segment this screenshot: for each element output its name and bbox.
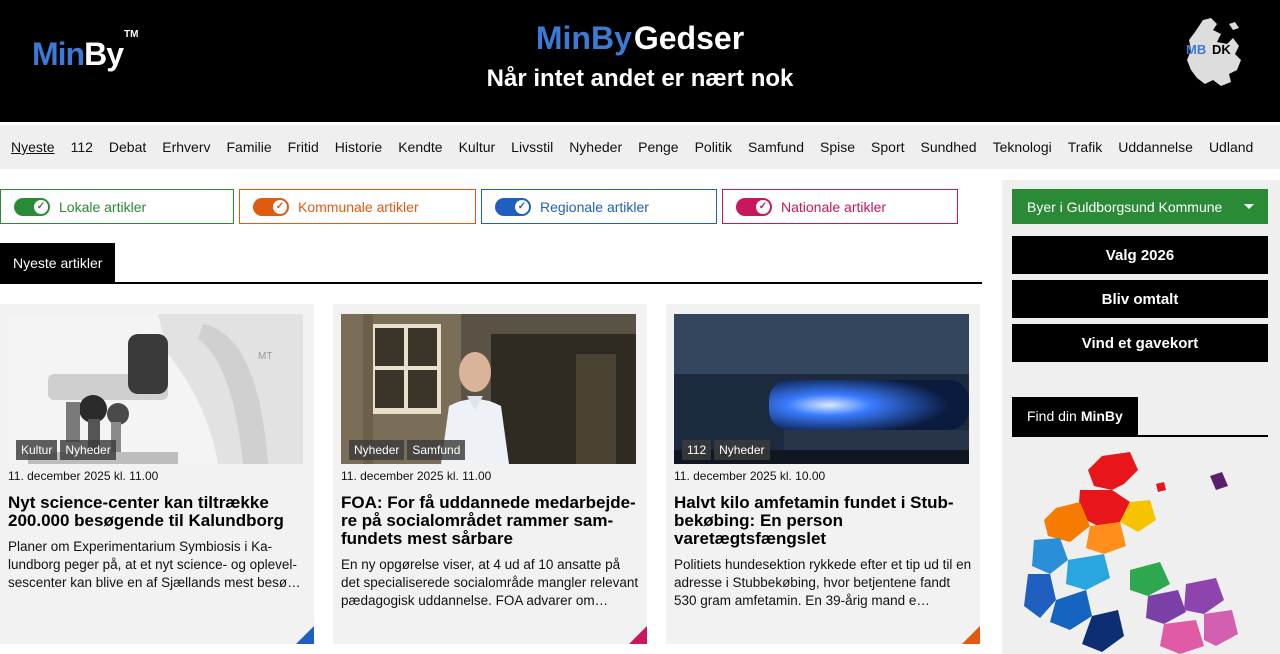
article-lede: Politiets hundesektion rykkede efter et …	[674, 557, 972, 608]
filter-toggle-0[interactable]: ✓ Lokale artikler	[0, 189, 234, 224]
chevron-down-icon	[1244, 204, 1254, 209]
filter-toggle-1[interactable]: ✓ Kommunale artikler	[239, 189, 476, 224]
check-icon: ✓	[515, 199, 529, 214]
article-tags: Nyheder Samfund	[349, 440, 466, 460]
filter-label: Lokale artikler	[59, 198, 147, 215]
nav-item-uddannelse[interactable]: Uddannelse	[1118, 139, 1193, 155]
toggle-switch-icon[interactable]: ✓	[736, 197, 772, 216]
site-title-brand: MinBy	[535, 20, 632, 56]
check-icon: ✓	[34, 199, 48, 214]
nav-item-kultur[interactable]: Kultur	[459, 139, 496, 155]
tag-label[interactable]: Nyheder	[60, 440, 116, 460]
nav-item-historie[interactable]: Historie	[335, 139, 382, 155]
nav-item-spise[interactable]: Spise	[820, 139, 855, 155]
article-card[interactable]: 112 Nyheder 11. december 2025 kl. 10.00 …	[666, 304, 980, 644]
filter-label: Nationale artikler	[781, 198, 887, 215]
filter-label: Regionale artikler	[540, 198, 649, 215]
section-tab-newest[interactable]: Nyeste artikler	[0, 243, 116, 282]
filter-toggle-3[interactable]: ✓ Nationale artikler	[722, 189, 958, 224]
article-date: 11. december 2025 kl. 11.00	[341, 469, 492, 483]
scope-corner-marker	[962, 626, 980, 644]
nav-item-nyheder[interactable]: Nyheder	[569, 139, 622, 155]
nav-item-sundhed[interactable]: Sundhed	[921, 139, 977, 155]
article-card[interactable]: MT Kultur Nyheder 11. december 2025 kl. …	[0, 304, 314, 644]
nav-item-penge[interactable]: Penge	[638, 139, 678, 155]
article-image-police-light[interactable]: 112 Nyheder	[674, 314, 969, 464]
find-divider	[1012, 435, 1268, 437]
article-lede: Planer om Experimentarium Symbiosis i Ka…	[8, 539, 301, 590]
town-dropdown-label: Byer i Guldborgsund Kommune	[1027, 198, 1223, 215]
site-title-town: Gedser	[633, 20, 745, 56]
svg-text:MT: MT	[258, 351, 272, 362]
nav-item-fritid[interactable]: Fritid	[288, 139, 319, 155]
tag-label[interactable]: Nyheder	[349, 440, 405, 460]
article-image-person[interactable]: Nyheder Samfund	[341, 314, 636, 464]
nav-item-livsstil[interactable]: Livsstil	[511, 139, 553, 155]
site-title: MinByGedser	[0, 20, 1280, 57]
article-card[interactable]: Nyheder Samfund 11. december 2025 kl. 11…	[333, 304, 647, 644]
category-nav: Nyeste 112 Debat Erhverv Familie Fritid Histor…	[0, 125, 1280, 169]
check-icon: ✓	[273, 199, 287, 214]
tag-label[interactable]: Kultur	[16, 440, 58, 460]
nav-item-samfund[interactable]: Samfund	[748, 139, 804, 155]
tag-label[interactable]: Samfund	[407, 440, 466, 460]
bliv-omtalt-button[interactable]: Bliv omtalt	[1012, 280, 1268, 318]
site-header: MinByTM MinByGedser Når intet andet er n…	[0, 0, 1280, 122]
article-title[interactable]: Nyt science-center kan tiltrække 200.000…	[8, 494, 306, 530]
nav-item-udland[interactable]: Udland	[1209, 139, 1253, 155]
scope-corner-marker	[629, 626, 647, 644]
nav-item-erhverv[interactable]: Erhverv	[162, 139, 210, 155]
nav-item-debat[interactable]: Debat	[109, 139, 146, 155]
section-divider	[0, 282, 982, 284]
nav-item-112[interactable]: 112	[71, 139, 93, 155]
find-prefix: Find din	[1027, 408, 1077, 424]
toggle-switch-icon[interactable]: ✓	[253, 197, 289, 216]
vind-gavekort-button[interactable]: Vind et gavekort	[1012, 324, 1268, 362]
find-minby-tab[interactable]: Find din MinBy	[1012, 397, 1138, 435]
nav-item-teknologi[interactable]: Teknologi	[993, 139, 1052, 155]
nav-item-sport[interactable]: Sport	[871, 139, 904, 155]
article-title[interactable]: Halvt kilo amfetamin fundet i Stub­bekøb…	[674, 494, 972, 548]
toggle-switch-icon[interactable]: ✓	[14, 197, 50, 216]
nav-item-kendte[interactable]: Kendte	[398, 139, 442, 155]
find-brand: MinBy	[1080, 408, 1123, 424]
svg-text:DK: DK	[1212, 42, 1231, 57]
article-image-microscope[interactable]: MT Kultur Nyheder	[8, 314, 303, 464]
nav-item-trafik[interactable]: Trafik	[1068, 139, 1102, 155]
article-date: 11. december 2025 kl. 11.00	[8, 469, 159, 483]
valg-2026-button[interactable]: Valg 2026	[1012, 236, 1268, 274]
check-icon: ✓	[756, 199, 770, 214]
toggle-switch-icon[interactable]: ✓	[495, 197, 531, 216]
article-tags: Kultur Nyheder	[16, 440, 116, 460]
mbdk-denmark-map-icon[interactable]: MB DK	[1183, 16, 1245, 88]
tag-label[interactable]: 112	[682, 440, 712, 460]
scope-corner-marker	[296, 626, 314, 644]
denmark-region-map[interactable]	[1020, 450, 1270, 654]
tag-label[interactable]: Nyheder	[714, 440, 770, 460]
filter-toggle-2[interactable]: ✓ Regionale artikler	[481, 189, 717, 224]
article-title[interactable]: FOA: For få uddannede medarbejde­re på s…	[341, 494, 639, 548]
site-tagline: Når intet andet er nært nok	[486, 65, 794, 92]
filter-label: Kommunale artikler	[298, 198, 419, 215]
article-lede: En ny opgørelse viser, at 4 ud af 10 ans…	[341, 557, 639, 608]
nav-item-nyeste[interactable]: Nyeste	[11, 139, 55, 155]
badge-mb: MB	[1186, 42, 1206, 57]
article-tags: 112 Nyheder	[682, 440, 770, 460]
town-dropdown[interactable]: Byer i Guldborgsund Kommune	[1012, 189, 1268, 224]
nav-item-familie[interactable]: Familie	[227, 139, 272, 155]
nav-item-politik[interactable]: Politik	[695, 139, 732, 155]
article-date: 11. december 2025 kl. 10.00	[674, 469, 826, 483]
